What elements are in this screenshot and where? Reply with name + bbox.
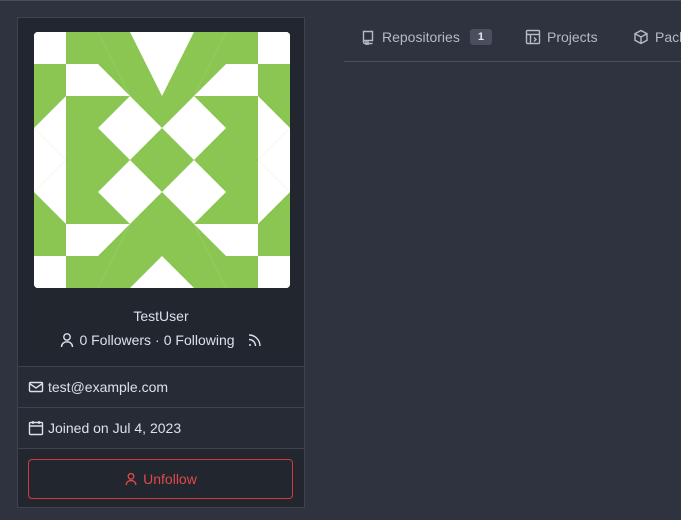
person-icon [124,472,138,486]
following-link[interactable]: 0 Following [164,332,235,348]
rss-icon[interactable] [247,332,263,348]
mail-icon [28,379,44,395]
follow-stats: 0 Followers · 0 Following [18,332,304,348]
project-icon [525,29,541,45]
unfollow-label: Unfollow [143,471,197,487]
repo-icon [360,29,376,45]
top-divider [0,0,681,1]
tab-label: Projects [547,29,598,45]
package-icon [633,29,649,45]
unfollow-button[interactable]: Unfollow [28,459,293,499]
email-row: test@example.com [18,367,304,407]
tab-packages[interactable]: Pack [633,29,681,45]
calendar-icon [28,420,44,436]
person-icon [59,332,75,348]
tab-projects[interactable]: Projects [525,29,598,45]
divider [18,448,304,449]
joined-date: Joined on Jul 4, 2023 [48,420,182,436]
identicon-image [34,32,290,288]
profile-card: TestUser 0 Followers · 0 Following test@… [17,17,305,508]
profile-username: TestUser [133,308,189,324]
tab-label: Repositories [382,29,460,45]
tab-repositories[interactable]: Repositories 1 [360,29,492,45]
profile-tabs: Repositories 1 Projects Pack [344,17,681,62]
repo-count-badge: 1 [469,29,492,45]
followers-link[interactable]: 0 Followers [79,332,151,348]
follow-separator: · [155,332,160,348]
email-link[interactable]: test@example.com [48,379,168,395]
joined-row: Joined on Jul 4, 2023 [18,408,304,448]
tab-label: Pack [655,29,681,45]
avatar [34,32,290,288]
